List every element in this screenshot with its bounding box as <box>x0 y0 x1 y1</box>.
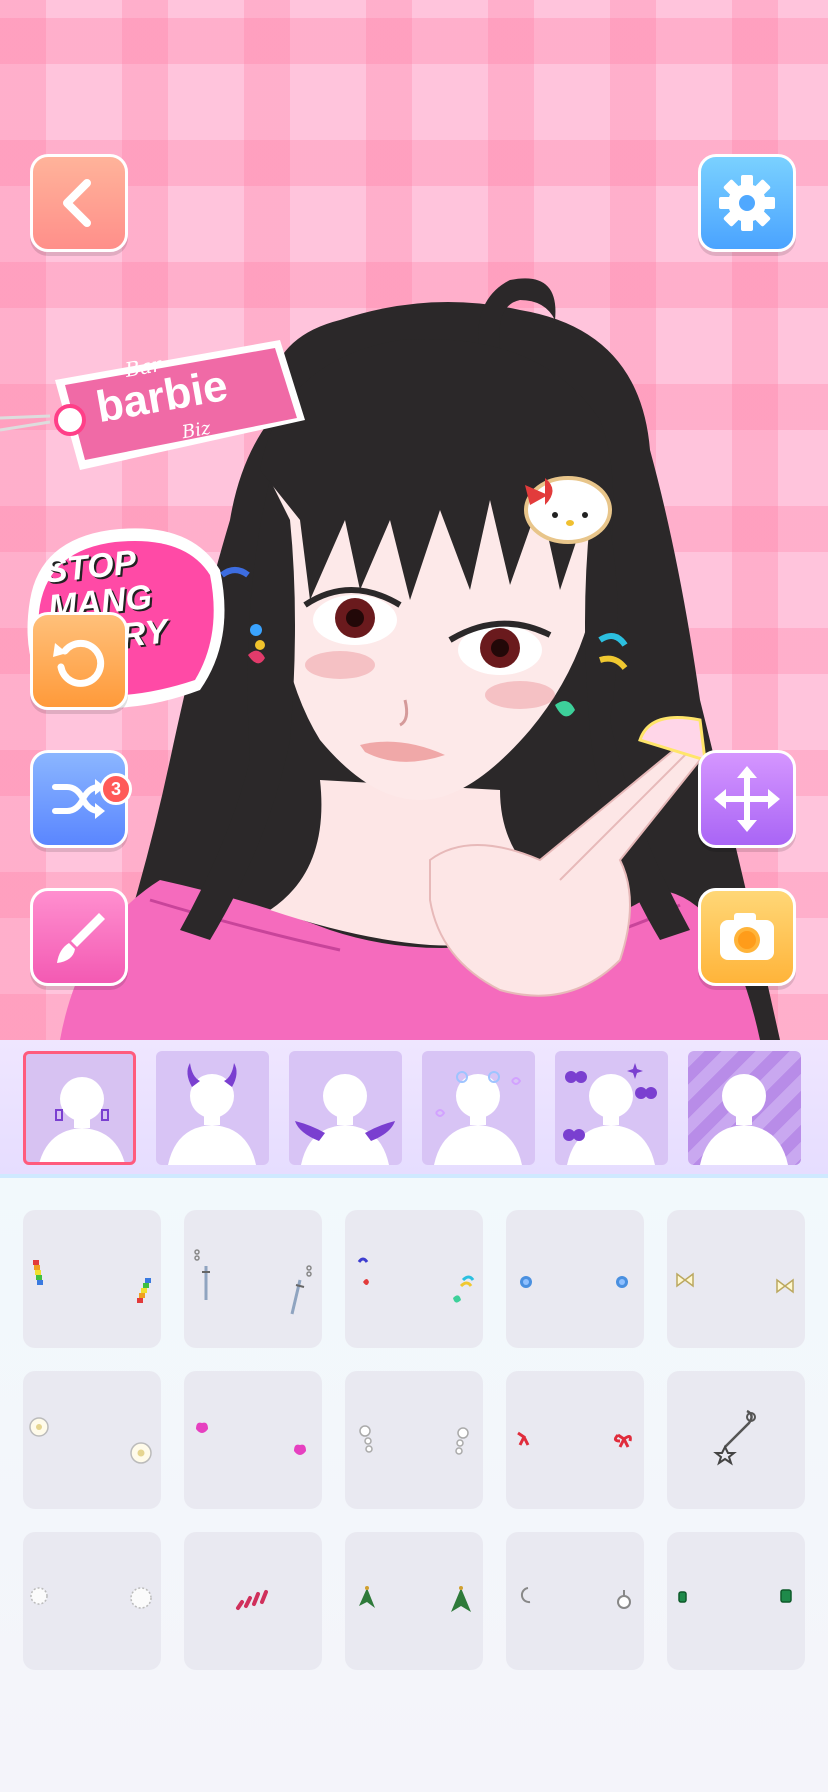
tab-wings[interactable] <box>289 1051 402 1165</box>
camera-icon <box>720 913 774 960</box>
green-leaf-earrings-icon <box>359 1586 471 1612</box>
earrings-category-icon <box>39 1077 125 1162</box>
shuffle-icon <box>52 779 105 819</box>
character-stage: Bar barbie Biz STOP MANG STORY <box>0 0 828 1040</box>
chevron-left-icon <box>63 179 91 227</box>
fluffy-ball-earrings-icon <box>30 1587 152 1609</box>
undo-icon <box>53 639 105 687</box>
move-arrows-icon <box>714 766 780 832</box>
blue-stud-earrings-icon <box>520 1276 628 1288</box>
pink-heart-earrings-icon <box>196 1422 306 1455</box>
rainbow-bead-earrings-icon <box>33 1260 151 1303</box>
red-ribbon-earrings-icon <box>517 1431 632 1448</box>
item-red-ribbon-earrings[interactable] <box>506 1371 644 1509</box>
item-moon-hoop-earrings[interactable] <box>506 1532 644 1670</box>
item-pink-heart-earrings[interactable] <box>184 1371 322 1509</box>
horns-category-icon <box>168 1063 256 1165</box>
settings-button[interactable] <box>698 154 796 252</box>
tab-cherries[interactable] <box>555 1051 668 1165</box>
red-ear-cuffs-icon <box>236 1590 268 1610</box>
heart-charm-earrings-icon <box>357 1257 475 1303</box>
tab-earrings[interactable] <box>23 1051 136 1165</box>
move-button[interactable] <box>698 750 796 848</box>
back-button[interactable] <box>30 154 128 252</box>
cherries-category-icon <box>563 1063 657 1165</box>
item-fluffy-ball-earrings[interactable] <box>23 1532 161 1670</box>
item-heart-charm-earrings[interactable] <box>345 1210 483 1348</box>
shuffle-count-badge: 3 <box>100 773 132 805</box>
tab-background[interactable] <box>688 1051 801 1165</box>
item-green-leaf-earrings[interactable] <box>345 1532 483 1670</box>
undo-button[interactable] <box>30 612 128 710</box>
item-pearl-drop-earrings[interactable] <box>345 1371 483 1509</box>
item-star-chain-ear-cuff[interactable] <box>667 1371 805 1509</box>
item-sword-dangle-earrings[interactable] <box>184 1210 322 1348</box>
brush-icon <box>57 913 105 963</box>
tab-horns[interactable] <box>156 1051 269 1165</box>
wings-category-icon <box>295 1074 395 1165</box>
doodles-category-icon <box>434 1071 522 1165</box>
bow-earrings-icon <box>676 1272 794 1294</box>
star-chain-ear-cuff-icon <box>713 1409 756 1466</box>
brush-button[interactable] <box>30 888 128 986</box>
item-white-flower-earrings[interactable] <box>23 1371 161 1509</box>
item-emerald-stud-earrings[interactable] <box>667 1532 805 1670</box>
white-flower-earrings-icon <box>29 1417 152 1464</box>
background-category-icon <box>700 1074 788 1165</box>
category-tab-bar <box>0 1040 828 1178</box>
sword-dangle-earrings-icon <box>194 1249 312 1315</box>
tab-doodles[interactable] <box>422 1051 535 1165</box>
emerald-stud-earrings-icon <box>678 1589 792 1603</box>
item-grid <box>0 1178 828 1792</box>
moon-hoop-earrings-icon <box>520 1587 631 1609</box>
gear-icon <box>719 175 775 231</box>
item-bow-earrings[interactable] <box>667 1210 805 1348</box>
item-blue-stud-earrings[interactable] <box>506 1210 644 1348</box>
item-red-ear-cuffs[interactable] <box>184 1532 322 1670</box>
character-illustration <box>0 278 780 1040</box>
camera-button[interactable] <box>698 888 796 986</box>
pearl-drop-earrings-icon <box>359 1425 469 1455</box>
item-rainbow-bead-earrings[interactable] <box>23 1210 161 1348</box>
